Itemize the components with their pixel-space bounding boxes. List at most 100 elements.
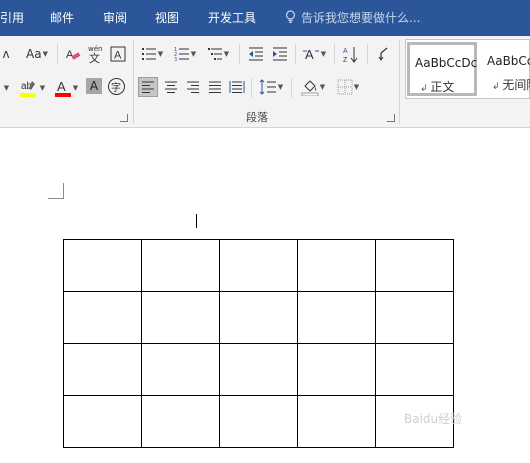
tell-me-box[interactable]: 告诉我您想要做什么...	[285, 0, 420, 36]
table-cell[interactable]	[141, 239, 220, 292]
svg-text:Z: Z	[343, 57, 348, 63]
char-shading-label: A	[89, 79, 99, 93]
phonetic-guide-button[interactable]: wén 文	[86, 42, 106, 66]
table-cell[interactable]	[63, 239, 142, 292]
distributed-button[interactable]	[227, 77, 247, 97]
chinese-layout-icon: A	[302, 47, 319, 62]
chinese-layout-button[interactable]: A ▼	[300, 44, 328, 64]
shading-button[interactable]: ▼	[298, 77, 328, 97]
table-cell[interactable]	[63, 343, 142, 396]
tab-references[interactable]: 引用	[0, 0, 24, 36]
line-spacing-icon	[259, 79, 276, 95]
table-cell[interactable]	[141, 395, 220, 448]
font-color-icon: A	[54, 79, 71, 97]
show-formatting-button[interactable]	[374, 44, 394, 64]
eraser-icon: A	[66, 49, 81, 61]
multilevel-list-button[interactable]: ▼	[205, 44, 231, 64]
svg-text:A: A	[66, 49, 74, 61]
tab-developer[interactable]: 开发工具	[208, 0, 256, 36]
table-cell[interactable]	[297, 291, 376, 344]
chevron-down-icon: ▼	[277, 83, 284, 91]
paragraph-group-label: 段落	[246, 111, 268, 124]
paint-bucket-icon	[301, 80, 319, 96]
table-row	[63, 291, 454, 344]
align-center-icon	[165, 81, 177, 93]
chevron-down-icon: ▼	[320, 50, 327, 58]
table-cell[interactable]	[297, 395, 376, 448]
chevron-down-icon: ▼	[223, 50, 230, 58]
table-row	[63, 239, 454, 292]
table-cell[interactable]	[219, 291, 298, 344]
bullets-button[interactable]: ▼	[139, 44, 165, 64]
separator	[291, 78, 292, 98]
svg-text:A: A	[343, 48, 348, 55]
shrink-font-button[interactable]: ʌ	[0, 44, 12, 64]
char-border-button[interactable]: A	[109, 44, 127, 64]
lightbulb-icon	[285, 1, 297, 37]
font-color-button[interactable]: A ▼	[52, 76, 80, 100]
watermark: Baidu经验	[404, 412, 463, 426]
style-no-spacing[interactable]: AaBbCcDc ↲ 无间隔	[481, 42, 530, 96]
paragraph-dialog-launcher[interactable]	[387, 114, 395, 122]
chevron-down-icon: ▼	[42, 50, 48, 58]
char-border-icon: A	[110, 46, 126, 62]
align-center-button[interactable]	[161, 77, 181, 97]
sort-button[interactable]: AZ	[340, 44, 362, 64]
table-cell[interactable]	[141, 291, 220, 344]
styles-gallery: AaBbCcDc ↲ 正文 AaBbCcDc ↲ 无间隔	[405, 39, 530, 99]
tab-view[interactable]: 视图	[155, 0, 179, 36]
align-left-button[interactable]	[138, 77, 158, 97]
table-cell[interactable]	[219, 395, 298, 448]
tab-review[interactable]: 审阅	[103, 0, 127, 36]
distributed-icon	[229, 81, 245, 93]
svg-text:A: A	[57, 79, 66, 94]
style-normal-sample: AaBbCcDc	[415, 56, 477, 70]
line-spacing-button[interactable]: ▼	[257, 77, 285, 97]
separator	[251, 78, 252, 98]
table-cell[interactable]	[63, 395, 142, 448]
table-cell[interactable]	[375, 291, 454, 344]
table-cell[interactable]	[297, 239, 376, 292]
table-cell[interactable]	[375, 343, 454, 396]
paragraph-mark-icon: ↲	[492, 82, 503, 92]
table-cell[interactable]	[63, 291, 142, 344]
document-table[interactable]	[63, 239, 454, 448]
text-cursor	[196, 214, 197, 228]
justify-button[interactable]	[205, 77, 225, 97]
borders-button[interactable]: ▼	[334, 77, 362, 97]
highlighter-icon: ab	[19, 81, 36, 97]
table-cell[interactable]	[297, 343, 376, 396]
separator	[334, 44, 335, 64]
table-cell[interactable]	[375, 239, 454, 292]
table-cell[interactable]	[141, 343, 220, 396]
chevron-down-icon: ▼	[353, 83, 360, 91]
numbering-button[interactable]: 123 ▼	[172, 44, 198, 64]
increase-indent-icon	[273, 47, 287, 61]
svg-text:3: 3	[174, 57, 177, 61]
increase-indent-button[interactable]	[270, 44, 290, 64]
separator	[295, 44, 296, 64]
chevron-down-icon: ▼	[157, 50, 164, 58]
text-effects-dropdown[interactable]: ▼	[0, 78, 12, 98]
tell-me-placeholder: 告诉我您想要做什么...	[301, 11, 421, 25]
separator	[57, 44, 58, 64]
group-separator	[133, 40, 134, 124]
enclose-char-button[interactable]: 字	[106, 76, 126, 96]
align-right-button[interactable]	[183, 77, 203, 97]
separator	[239, 44, 240, 64]
group-separator	[399, 40, 400, 124]
style-normal[interactable]: AaBbCcDc ↲ 正文	[407, 42, 477, 96]
change-case-button[interactable]: Aa ▼	[20, 44, 54, 64]
char-shading-button[interactable]: A	[86, 78, 102, 94]
decrease-indent-button[interactable]	[246, 44, 266, 64]
table-cell[interactable]	[219, 239, 298, 292]
align-right-icon	[187, 81, 199, 93]
font-dialog-launcher[interactable]	[120, 114, 128, 122]
table-cell[interactable]	[219, 343, 298, 396]
highlight-button[interactable]: ab ▼	[17, 76, 47, 100]
justify-icon	[209, 81, 221, 93]
chevron-down-icon: ▼	[72, 84, 79, 92]
clear-format-button[interactable]: A	[63, 44, 83, 64]
svg-text:A: A	[305, 47, 314, 62]
tab-mailings[interactable]: 邮件	[50, 0, 74, 36]
